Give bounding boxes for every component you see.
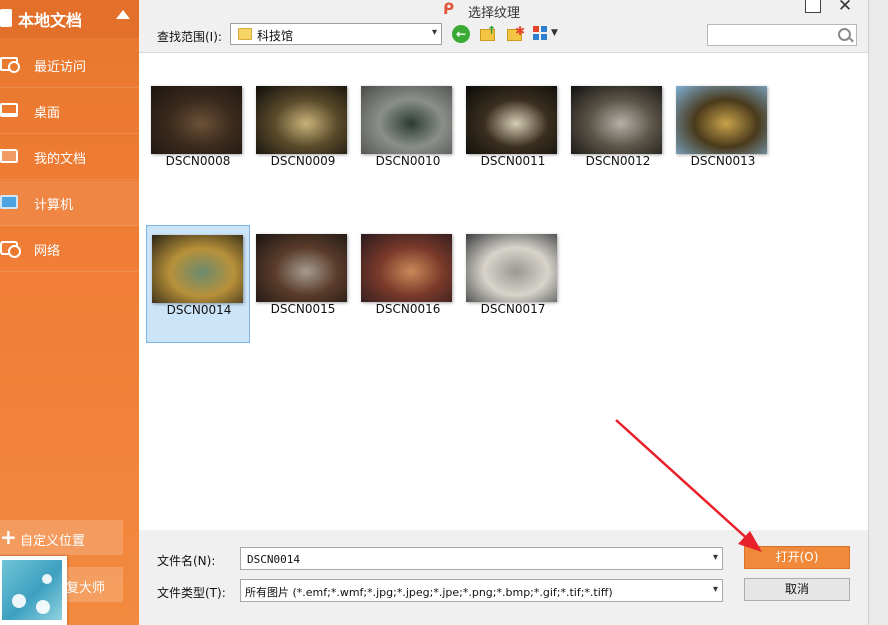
search-input[interactable] (712, 26, 836, 46)
file-list: DSCN0008 DSCN0009 DSCN0010 DSCN0011 DSCN0012… (139, 52, 868, 530)
flower-shape (12, 594, 26, 608)
photo-thumbnail (676, 86, 767, 154)
folder-icon (238, 28, 252, 40)
star-icon: ✱ (515, 24, 526, 38)
sidebar-header-title: 本地文档 (18, 11, 83, 30)
photo-thumbnail (466, 234, 557, 302)
up-arrow-icon: ↑ (487, 24, 497, 37)
look-in-dropdown[interactable]: 科技馆 ▾ (230, 23, 442, 45)
photo-thumbnail (361, 234, 452, 302)
file-name: DSCN0014 (166, 303, 232, 317)
photo-thumbnail (361, 86, 452, 154)
chevron-down-icon: ▾ (431, 27, 437, 38)
view-grid-icon (533, 34, 539, 40)
flower-shape (42, 574, 52, 584)
file-type-value: 所有图片 (*.emf;*.wmf;*.jpg;*.jpeg;*.jpe;*.p… (245, 586, 613, 599)
recent-icon (0, 57, 20, 73)
view-grid-icon (541, 26, 547, 32)
app-thumbnail[interactable] (0, 556, 67, 625)
title-bar: ᑭ 选择纹理 ✕ (139, 0, 868, 21)
folder-icon (0, 149, 18, 163)
file-type-label: 文件类型(T): (157, 586, 226, 600)
view-grid-icon (541, 34, 547, 40)
master-label: 复大师 (66, 581, 106, 596)
file-name: DSCN0009 (270, 154, 336, 168)
master-button[interactable]: 复大师 (60, 567, 123, 602)
sidebar-item-label: 最近访问 (34, 60, 87, 75)
up-folder-button[interactable]: ↑ (479, 24, 497, 43)
flower-shape (36, 600, 50, 614)
window-edge (868, 0, 888, 625)
file-item[interactable]: DSCN0016 (356, 225, 460, 343)
file-name: DSCN0015 (270, 302, 336, 316)
look-in-value: 科技馆 (257, 29, 294, 43)
sidebar: 本地文档 最近访问 桌面 我的文档 计算机 网络 + 自定义位置 复大师 (0, 0, 139, 625)
photo-thumbnail (151, 86, 242, 154)
photo-thumbnail (152, 235, 243, 303)
dialog-footer: 文件名(N): ▾ 文件类型(T): 所有图片 (*.emf;*.wmf;*.j… (139, 530, 868, 625)
file-name: DSCN0013 (690, 154, 756, 168)
file-name-field[interactable]: ▾ (240, 547, 723, 570)
sidebar-header[interactable]: 本地文档 (0, 0, 139, 38)
back-button[interactable]: ← (452, 25, 470, 43)
file-item[interactable]: DSCN0008 (146, 77, 250, 195)
chevron-down-icon: ▾ (712, 584, 718, 595)
maximize-button[interactable] (805, 0, 821, 13)
computer-icon (0, 195, 18, 209)
dialog-title: 选择纹理 (468, 6, 521, 21)
photo-thumbnail (256, 86, 347, 154)
file-name: DSCN0011 (480, 154, 546, 168)
collapse-icon[interactable] (116, 10, 130, 19)
document-icon (0, 9, 12, 27)
search-field[interactable] (707, 24, 857, 46)
cancel-button[interactable]: 取消 (744, 578, 850, 601)
file-item[interactable]: DSCN0015 (251, 225, 355, 343)
file-item[interactable]: DSCN0017 (461, 225, 565, 343)
photo-thumbnail (256, 234, 347, 302)
file-name-label: 文件名(N): (157, 554, 216, 568)
file-item[interactable]: DSCN0012 (566, 77, 670, 195)
file-item[interactable]: DSCN0014 (146, 225, 250, 343)
select-texture-dialog: ᑭ 选择纹理 ✕ 查找范围(I): 科技馆 ▾ ← ↑ ✱ ▼ DSCN0008… (139, 0, 868, 625)
sidebar-item-desktop[interactable]: 桌面 (0, 89, 139, 134)
custom-location-label: 自定义位置 (20, 534, 86, 549)
flower-art-image (2, 560, 62, 620)
sidebar-item-label: 计算机 (34, 198, 74, 213)
file-item[interactable]: DSCN0010 (356, 77, 460, 195)
search-icon[interactable] (838, 28, 851, 41)
file-name: DSCN0017 (480, 302, 546, 316)
file-name: DSCN0016 (375, 302, 441, 316)
sidebar-item-network[interactable]: 网络 (0, 227, 139, 272)
sidebar-item-label: 我的文档 (34, 152, 87, 167)
photo-thumbnail (466, 86, 557, 154)
chevron-down-icon: ▼ (551, 28, 558, 38)
open-button[interactable]: 打开(O) (744, 546, 850, 569)
look-in-label: 查找范围(I): (157, 30, 222, 44)
file-name: DSCN0012 (585, 154, 651, 168)
close-button[interactable]: ✕ (832, 0, 858, 16)
file-item[interactable]: DSCN0011 (461, 77, 565, 195)
new-folder-button[interactable]: ✱ (506, 24, 526, 43)
file-name: DSCN0008 (165, 154, 231, 168)
photo-thumbnail (571, 86, 662, 154)
chevron-down-icon[interactable]: ▾ (713, 552, 718, 563)
sidebar-item-my-documents[interactable]: 我的文档 (0, 135, 139, 180)
app-logo-icon: ᑭ (443, 0, 455, 18)
sidebar-item-recent[interactable]: 最近访问 (0, 43, 139, 88)
view-menu-button[interactable]: ▼ (533, 25, 561, 43)
sidebar-item-label: 桌面 (34, 106, 61, 121)
sidebar-item-label: 网络 (34, 244, 61, 259)
add-custom-location-button[interactable]: + 自定义位置 (0, 520, 123, 555)
network-icon (0, 241, 21, 258)
file-item[interactable]: DSCN0009 (251, 77, 355, 195)
file-item[interactable]: DSCN0013 (671, 77, 775, 195)
file-type-dropdown[interactable]: 所有图片 (*.emf;*.wmf;*.jpg;*.jpeg;*.jpe;*.p… (240, 579, 723, 602)
plus-icon: + (0, 525, 17, 549)
view-grid-icon (533, 26, 539, 32)
desktop-icon (0, 103, 18, 117)
file-name-input[interactable] (245, 549, 709, 570)
file-name: DSCN0010 (375, 154, 441, 168)
sidebar-item-computer[interactable]: 计算机 (0, 181, 139, 226)
